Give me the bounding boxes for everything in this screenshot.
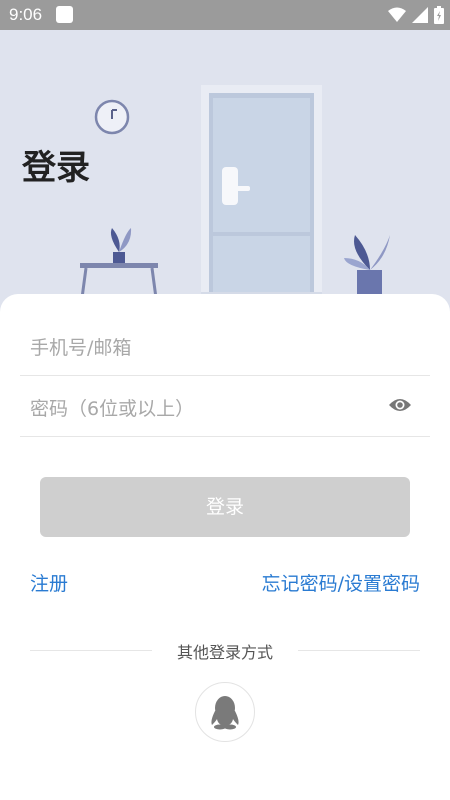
other-login-label: 其他登录方式 — [176, 643, 273, 662]
status-bar: 9:06 — [0, 0, 450, 30]
password-input[interactable]: 密码（6位或以上） — [30, 394, 194, 421]
battery-icon — [434, 6, 444, 24]
forgot-password-link[interactable]: 忘记密码/设置密码 — [262, 569, 420, 596]
door-icon — [201, 85, 322, 296]
clock-icon — [94, 99, 130, 135]
notification-icon — [56, 6, 73, 23]
wifi-icon — [388, 7, 406, 22]
password-field[interactable]: 密码（6位或以上） — [20, 376, 430, 437]
login-button[interactable]: 登录 — [40, 477, 410, 537]
login-card: 手机号/邮箱 密码（6位或以上） 登录 注册 忘记密码/设置密码 其他登录方式 — [0, 294, 450, 800]
page-title: 登录 — [22, 148, 90, 188]
account-input[interactable]: 手机号/邮箱 — [30, 333, 131, 360]
qq-login-button[interactable] — [195, 682, 255, 742]
register-link[interactable]: 注册 — [30, 569, 68, 596]
floor-plant-icon — [344, 235, 390, 295]
signal-icon — [412, 7, 428, 23]
eye-icon[interactable] — [388, 396, 412, 414]
account-field[interactable]: 手机号/邮箱 — [20, 315, 430, 376]
status-icons — [388, 6, 444, 24]
table-plant-icon — [80, 228, 158, 299]
hero-illustration: 登录 — [0, 30, 450, 310]
qq-icon — [211, 696, 239, 730]
status-time: 9:06 — [9, 5, 43, 24]
